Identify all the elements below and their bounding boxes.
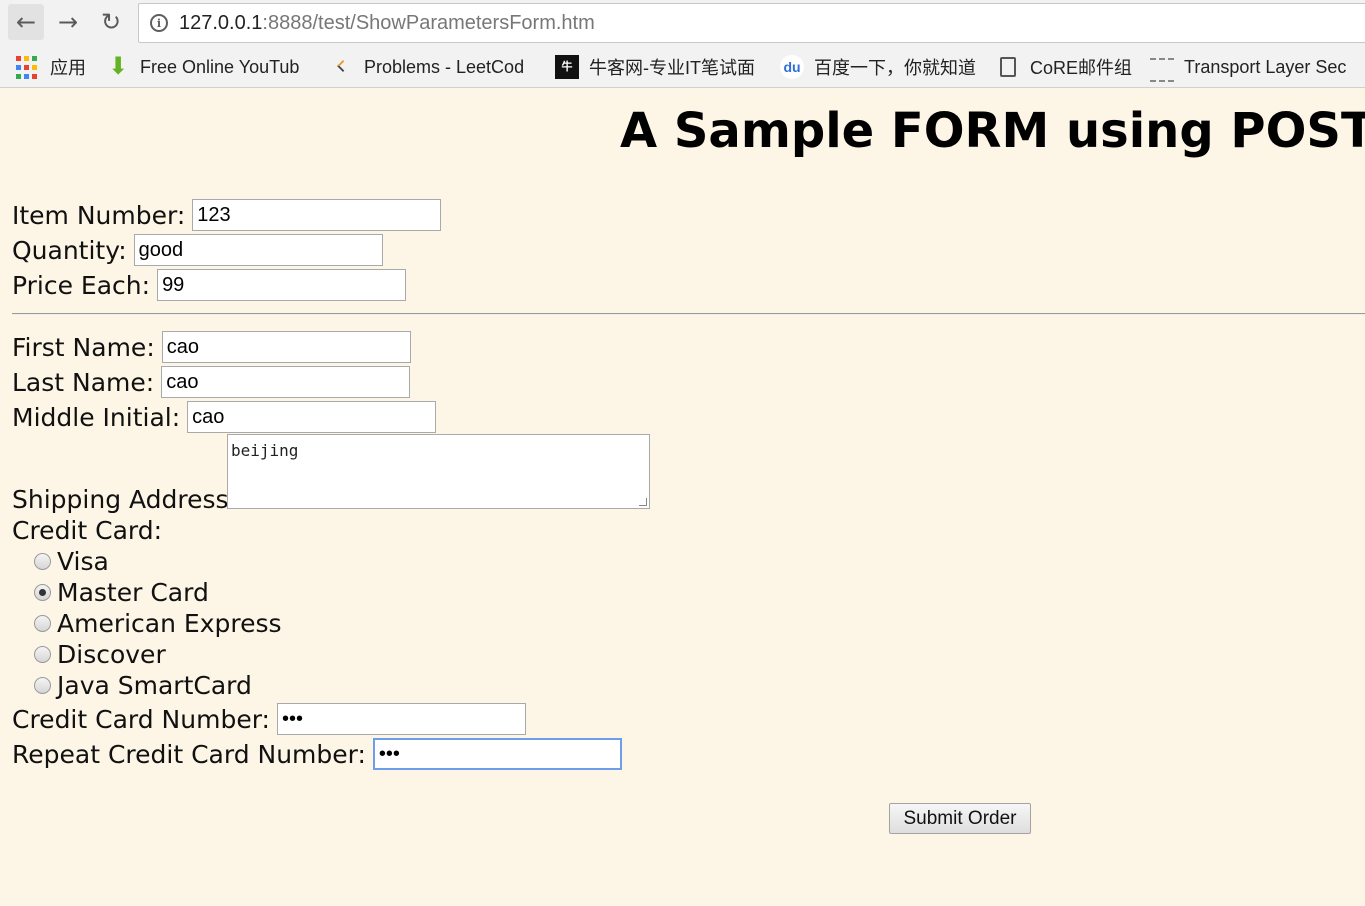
- radio-label: Discover: [57, 640, 166, 669]
- price-each-row: Price Each:: [12, 269, 407, 301]
- quantity-input[interactable]: [133, 234, 383, 266]
- middle-initial-input[interactable]: [187, 401, 437, 433]
- repeat-credit-card-number-label: Repeat Credit Card Number:: [12, 739, 366, 769]
- bookmark-label: 牛客网-专业IT笔试面: [589, 58, 755, 78]
- middle-initial-row: Middle Initial:: [12, 401, 437, 433]
- submit-order-button[interactable]: Submit Order: [889, 803, 1031, 834]
- first-name-input[interactable]: [161, 331, 411, 363]
- item-number-row: Item Number:: [12, 199, 442, 231]
- bookmark-tls[interactable]: Transport Layer Sec: [1150, 46, 1360, 88]
- arrow-right-icon: →: [57, 8, 79, 36]
- item-number-label: Item Number:: [12, 200, 186, 230]
- divider: [12, 313, 1365, 315]
- first-name-label: First Name:: [12, 332, 155, 362]
- radio-label: Visa: [57, 547, 109, 576]
- credit-card-number-input[interactable]: [276, 703, 526, 735]
- last-name-input[interactable]: [161, 366, 411, 398]
- bookmark-youtube-downloader[interactable]: ⬇ Free Online YouTub: [106, 46, 314, 88]
- resize-handle-icon[interactable]: [639, 498, 647, 506]
- last-name-row: Last Name:: [12, 366, 411, 398]
- baidu-paw-icon: du: [780, 55, 804, 79]
- shipping-address-value: beijing: [231, 441, 299, 460]
- last-name-label: Last Name:: [12, 367, 155, 397]
- radio-option-java-smartcard[interactable]: Java SmartCard: [34, 671, 252, 700]
- info-icon[interactable]: i: [150, 14, 168, 32]
- repeat-credit-card-number-row: Repeat Credit Card Number:: [12, 738, 622, 770]
- tls-icon: [1150, 58, 1174, 82]
- url-path: :8888/test/ShowParametersForm.htm: [262, 11, 595, 34]
- credit-card-row: Credit Card:: [12, 516, 162, 545]
- download-arrow-icon: ⬇: [107, 53, 129, 80]
- bookmark-nowcoder[interactable]: 牛 牛客网-专业IT笔试面: [555, 46, 761, 88]
- bookmarks-bar: 应用 ⬇ Free Online YouTub Problems - LeetC…: [0, 46, 1365, 88]
- first-name-row: First Name:: [12, 331, 411, 363]
- bookmark-apps[interactable]: 应用: [16, 46, 96, 88]
- radio-option-visa[interactable]: Visa: [34, 547, 109, 576]
- url-text[interactable]: 127.0.0.1:8888/test/ShowParametersForm.h…: [179, 12, 595, 35]
- credit-card-label: Credit Card:: [12, 516, 163, 545]
- radio-label: American Express: [57, 609, 282, 638]
- nowcoder-icon: 牛: [555, 55, 579, 79]
- forward-button[interactable]: →: [50, 4, 86, 40]
- radio-button[interactable]: [34, 677, 51, 694]
- browser-toolbar: ← → ↻ i 127.0.0.1:8888/test/ShowParamete…: [0, 0, 1365, 46]
- bookmark-core-mail[interactable]: CoRE邮件组: [996, 46, 1134, 88]
- credit-card-number-label: Credit Card Number:: [12, 704, 270, 734]
- arrow-left-icon: ←: [15, 8, 37, 36]
- radio-option-american-express[interactable]: American Express: [34, 609, 282, 638]
- quantity-row: Quantity:: [12, 234, 383, 266]
- page-title: A Sample FORM using POST: [620, 103, 1365, 159]
- price-each-label: Price Each:: [12, 270, 151, 300]
- middle-initial-label: Middle Initial:: [12, 402, 181, 432]
- shipping-address-row: Shipping Address:: [12, 485, 237, 514]
- reload-button[interactable]: ↻: [93, 4, 129, 40]
- bookmark-label: Free Online YouTub: [140, 56, 300, 77]
- item-number-input[interactable]: [192, 199, 442, 231]
- radio-label: Java SmartCard: [57, 671, 252, 700]
- radio-button[interactable]: [34, 615, 51, 632]
- bookmark-label: 百度一下，你就知道: [814, 58, 976, 78]
- shipping-address-textarea[interactable]: beijing: [227, 434, 650, 509]
- shipping-address-label: Shipping Address:: [12, 485, 237, 514]
- back-button[interactable]: ←: [8, 4, 44, 40]
- url-host: 127.0.0.1: [179, 11, 263, 34]
- bookmark-label: 应用: [50, 58, 86, 78]
- bookmark-leetcode[interactable]: Problems - LeetCod: [330, 46, 540, 88]
- radio-option-master-card[interactable]: Master Card: [34, 578, 209, 607]
- page-content: A Sample FORM using POST Item Number: Qu…: [0, 89, 1365, 906]
- radio-button-selected[interactable]: [34, 584, 51, 601]
- document-icon: [996, 55, 1020, 79]
- bookmark-baidu[interactable]: du 百度一下，你就知道: [780, 46, 980, 88]
- leetcode-icon: [330, 55, 354, 79]
- credit-card-number-row: Credit Card Number:: [12, 703, 526, 735]
- bookmark-label: Transport Layer Sec: [1184, 56, 1347, 77]
- radio-button[interactable]: [34, 553, 51, 570]
- radio-option-discover[interactable]: Discover: [34, 640, 166, 669]
- apps-grid-icon: [16, 56, 40, 80]
- reload-icon: ↻: [100, 8, 122, 36]
- repeat-credit-card-number-input[interactable]: [372, 738, 622, 770]
- quantity-label: Quantity:: [12, 235, 127, 265]
- price-each-input[interactable]: [157, 269, 407, 301]
- radio-label: Master Card: [57, 578, 209, 607]
- address-bar[interactable]: i 127.0.0.1:8888/test/ShowParametersForm…: [138, 3, 1365, 43]
- radio-button[interactable]: [34, 646, 51, 663]
- bookmark-label: CoRE邮件组: [1030, 58, 1133, 78]
- bookmark-label: Problems - LeetCod: [364, 56, 525, 77]
